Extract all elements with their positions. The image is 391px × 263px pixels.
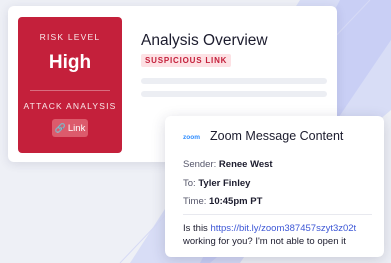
message-line-1: Is this https://bit.ly/zoom387457szyt3z0…	[183, 223, 356, 234]
link-button-label: Link	[67, 123, 86, 134]
risk-divider	[30, 90, 110, 91]
link-icon: 🔗	[54, 123, 66, 133]
sender-label: Sender:	[183, 159, 217, 170]
risk-level-value: High	[48, 52, 92, 73]
sender-value: Renee West	[218, 159, 273, 170]
skeleton-line	[141, 78, 327, 84]
link-button[interactable]: 🔗 Link	[52, 119, 88, 137]
zoom-message-title: Zoom Message Content	[210, 129, 344, 143]
zoom-logo: zoom	[183, 134, 200, 141]
message-link[interactable]: https://bit.ly/zoom387457szyt3z02t	[210, 223, 356, 234]
analysis-overview-title: Analysis Overview	[141, 32, 268, 49]
message-prefix: Is this	[183, 223, 211, 234]
risk-panel: RISK LEVEL High ATTACK ANALYSIS 🔗 Link	[18, 17, 122, 153]
to-row: To: Tyler Finley	[183, 178, 250, 189]
sender-row: Sender: Renee West	[183, 159, 273, 170]
risk-level-label: RISK LEVEL	[39, 32, 101, 42]
time-value: 10:45pm PT	[209, 196, 263, 207]
message-line-2: working for you? I'm not able to open it	[183, 236, 346, 247]
attack-analysis-label: ATTACK ANALYSIS	[23, 101, 117, 111]
suspicious-link-badge: SUSPICIOUS LINK	[141, 54, 232, 67]
zoom-message-card: zoom Zoom Message Content Sender: Renee …	[165, 116, 384, 257]
time-row: Time: 10:45pm PT	[183, 196, 262, 207]
to-value: Tyler Finley	[198, 178, 251, 189]
time-label: Time:	[183, 196, 207, 207]
skeleton-line	[141, 91, 327, 97]
to-label: To:	[183, 178, 196, 189]
message-divider	[183, 214, 372, 215]
